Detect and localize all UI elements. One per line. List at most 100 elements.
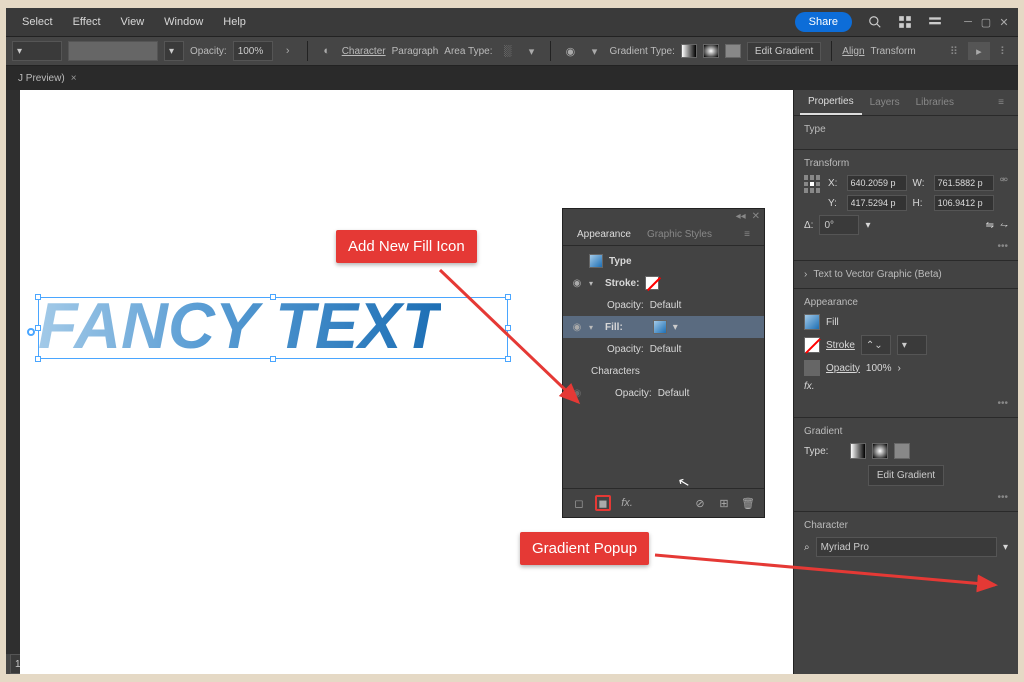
text-to-vector-section[interactable]: › Text to Vector Graphic (Beta) — [794, 261, 1018, 289]
menu-effect[interactable]: Effect — [63, 12, 111, 32]
callout-add-fill: Add New Fill Icon — [336, 230, 477, 263]
fill-label: Fill — [826, 317, 839, 328]
essentials-icon[interactable]: ▸ — [968, 42, 990, 60]
tab-layers[interactable]: Layers — [862, 91, 908, 114]
close-icon[interactable]: ✕ — [996, 15, 1012, 29]
right-tabs: Properties Layers Libraries ≡ — [794, 90, 1018, 116]
handle-bl[interactable] — [35, 356, 41, 362]
stroke-label: Stroke — [826, 340, 855, 351]
stroke-weight-input[interactable]: ⌃⌄ — [861, 335, 891, 355]
duplicate-icon[interactable]: ⊞ — [716, 495, 732, 511]
opacity-value[interactable]: Default — [650, 300, 682, 311]
add-fill-icon[interactable]: ◼ — [595, 495, 611, 511]
radial-gradient-icon[interactable] — [872, 443, 888, 459]
tab-appearance[interactable]: Appearance — [569, 224, 639, 245]
handle-tc[interactable] — [270, 294, 276, 300]
stroke-swatch[interactable] — [645, 276, 659, 290]
recolor-icon[interactable]: ◐ — [318, 42, 336, 60]
panel-menu-icon[interactable]: ≡ — [990, 91, 1012, 114]
stroke-profile-dropdown[interactable]: ▾ — [164, 41, 184, 61]
fill-stroke-dropdown[interactable]: ▾ — [12, 41, 62, 61]
radial-gradient-swatch[interactable] — [703, 44, 719, 58]
edit-gradient-button[interactable]: Edit Gradient — [868, 465, 944, 486]
tab-libraries[interactable]: Libraries — [908, 91, 962, 114]
handle-tl[interactable] — [35, 294, 41, 300]
isolate-icon[interactable]: ⠿ — [946, 43, 962, 60]
menu-window[interactable]: Window — [154, 12, 213, 32]
linear-gradient-swatch[interactable] — [681, 44, 697, 58]
reference-point-icon[interactable] — [804, 175, 822, 193]
close-tab-icon[interactable]: × — [71, 73, 77, 84]
clear-appearance-icon[interactable]: ⊘ — [692, 495, 708, 511]
add-stroke-icon[interactable]: ◻ — [571, 495, 587, 511]
type-label: Type: — [804, 446, 828, 457]
panel-menu-icon[interactable]: ≡ — [736, 224, 758, 245]
menu-view[interactable]: View — [111, 12, 155, 32]
opacity-value[interactable]: Default — [650, 344, 682, 355]
chevron-down-icon[interactable]: ▾ — [522, 42, 540, 60]
chevron-right-icon[interactable]: › — [897, 363, 900, 374]
x-input[interactable] — [847, 175, 907, 191]
document-tab[interactable]: J Preview) × — [14, 69, 85, 88]
text-anchor-icon[interactable] — [27, 328, 35, 336]
opacity-value[interactable]: Default — [658, 388, 690, 399]
panel-collapse-icon[interactable]: ◂◂ — [736, 211, 746, 222]
gradient-label: Gradient — [804, 426, 1008, 437]
opacity-label: Opacity: — [190, 46, 227, 57]
chevron-right-icon[interactable]: › — [804, 269, 807, 280]
character-link[interactable]: Character — [342, 46, 386, 57]
share-button[interactable]: Share — [795, 12, 852, 32]
workspace-switcher-icon[interactable] — [924, 11, 946, 33]
maximize-icon[interactable]: ▢ — [978, 15, 994, 29]
panel-close-icon[interactable]: ✕ — [752, 211, 760, 222]
tab-graphic-styles[interactable]: Graphic Styles — [639, 224, 720, 245]
transform-more-icon[interactable]: ••• — [804, 241, 1008, 252]
arrange-documents-icon[interactable] — [894, 11, 916, 33]
stroke-weight-dropdown[interactable] — [68, 41, 158, 61]
minimize-icon[interactable]: ─ — [960, 15, 976, 29]
h-input[interactable] — [934, 195, 994, 211]
stroke-profile-dropdown[interactable]: ▾ — [897, 335, 927, 355]
transform-link[interactable]: Transform — [871, 46, 916, 57]
fill-swatch[interactable] — [653, 320, 667, 334]
stroke-swatch[interactable] — [804, 337, 820, 353]
handle-bc[interactable] — [270, 356, 276, 362]
w-input[interactable] — [934, 175, 994, 191]
gradient-more-icon[interactable]: ••• — [804, 492, 1008, 503]
freeform-gradient-icon[interactable] — [894, 443, 910, 459]
angle-input[interactable]: 0° — [819, 215, 859, 235]
area-type-icon[interactable]: ░ — [498, 42, 516, 60]
search-icon[interactable] — [864, 11, 886, 33]
y-input[interactable] — [847, 195, 907, 211]
align-link[interactable]: Align — [842, 46, 864, 57]
flip-h-icon[interactable]: ⇋ — [986, 220, 994, 231]
appearance-section: Appearance Fill Stroke ⌃⌄ ▾ Opacity 100%… — [794, 289, 1018, 418]
freeform-gradient-swatch[interactable] — [725, 44, 741, 58]
chevron-down-icon[interactable]: ▾ — [585, 42, 603, 60]
chevron-right-icon[interactable]: › — [279, 42, 297, 60]
opacity-swatch[interactable] — [804, 360, 820, 376]
gradient-orb-icon[interactable]: ◉ — [561, 42, 579, 60]
angle-label: Δ: — [804, 220, 813, 231]
delete-icon[interactable]: 🗑 — [740, 495, 756, 511]
options-more-icon[interactable]: ⠇ — [996, 43, 1012, 60]
link-wh-icon[interactable]: ⚮ — [1000, 175, 1008, 186]
angle-dropdown-icon[interactable]: ▾ — [865, 220, 870, 231]
menu-select[interactable]: Select — [12, 12, 63, 32]
linear-gradient-icon[interactable] — [850, 443, 866, 459]
fx-label[interactable]: fx. — [804, 381, 815, 392]
add-effect-icon[interactable]: fx. — [619, 495, 635, 511]
appearance-more-icon[interactable]: ••• — [804, 398, 1008, 409]
fill-label: Fill: — [605, 322, 623, 333]
opacity-value[interactable]: 100% — [866, 363, 892, 374]
fill-swatch[interactable] — [804, 314, 820, 330]
opacity-value[interactable]: 100% — [233, 41, 273, 61]
edit-gradient-button[interactable]: Edit Gradient — [747, 42, 821, 61]
tab-properties[interactable]: Properties — [800, 90, 862, 115]
area-type-link[interactable]: Area Type: — [444, 46, 492, 57]
handle-ml[interactable] — [35, 325, 41, 331]
menu-help[interactable]: Help — [213, 12, 256, 32]
flip-v-icon[interactable]: ⥊ — [1000, 220, 1008, 231]
chevron-down-icon[interactable]: ▾ — [673, 322, 678, 333]
paragraph-link[interactable]: Paragraph — [392, 46, 439, 57]
